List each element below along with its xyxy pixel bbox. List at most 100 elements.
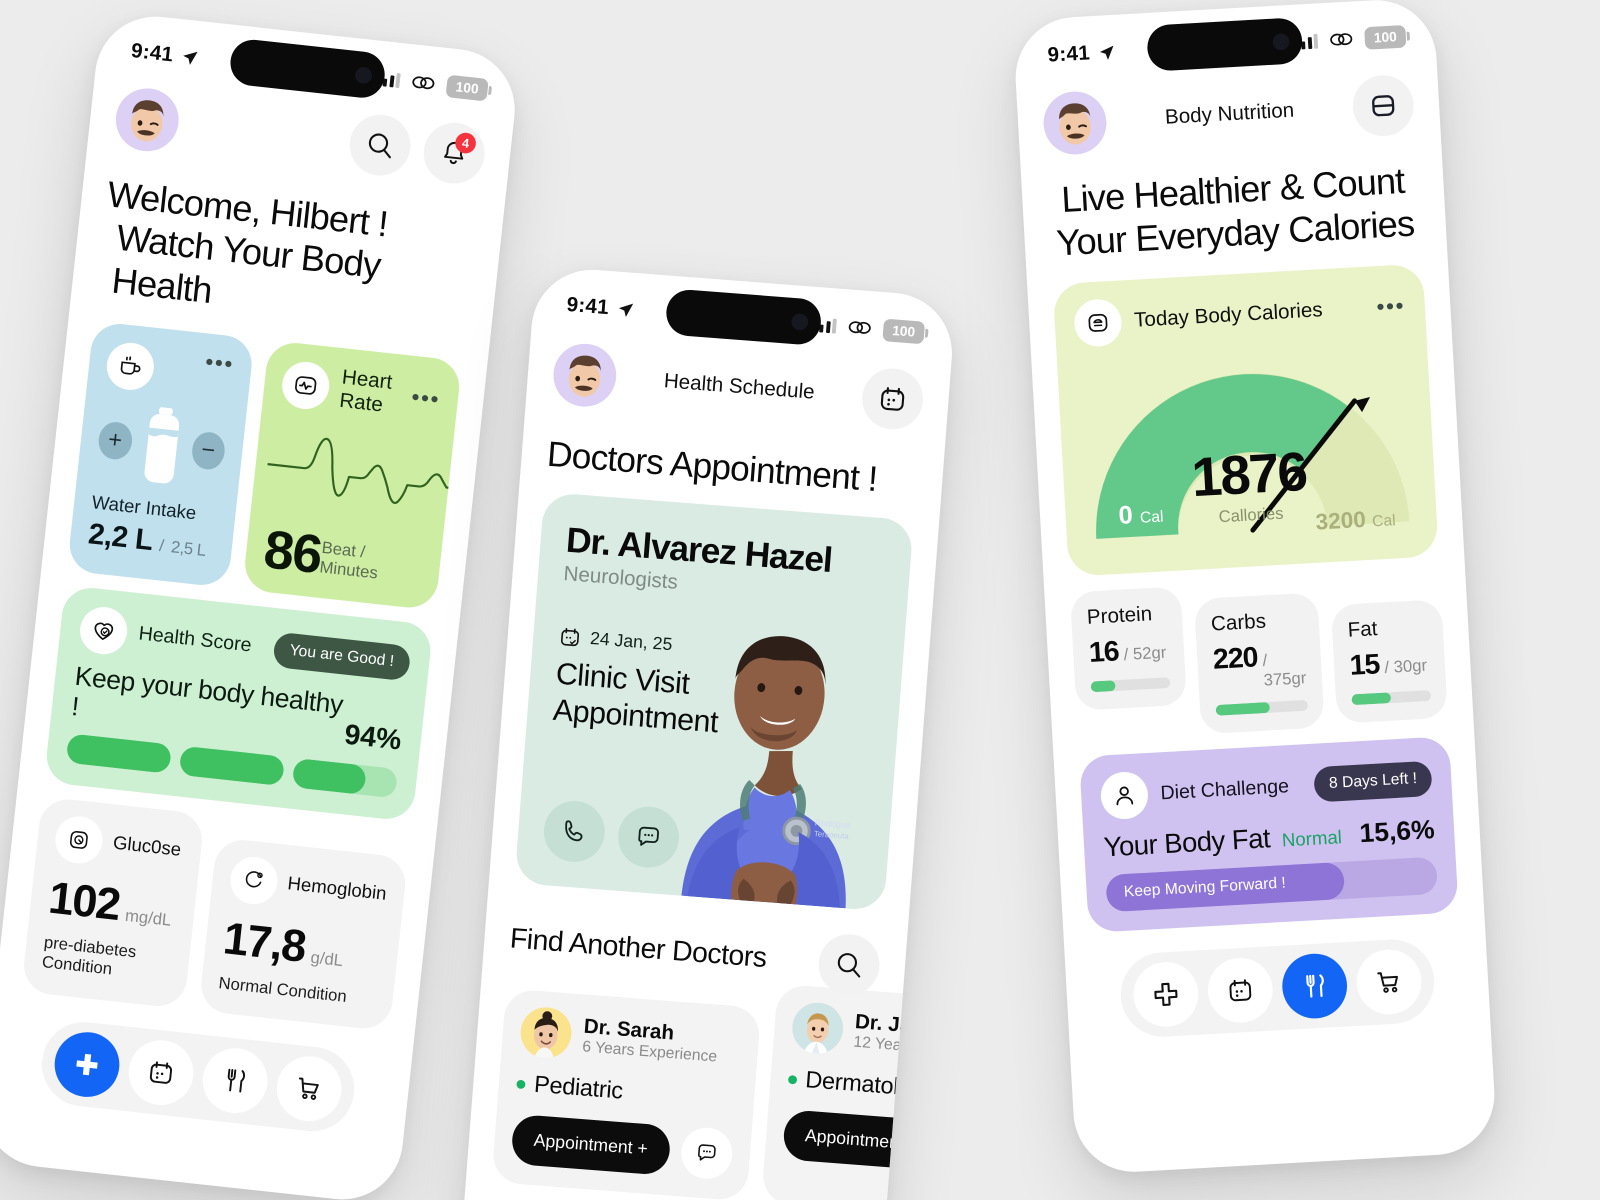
calories-value: 1876: [1189, 440, 1308, 509]
hemoglobin-card-header: Hemoglobin: [227, 854, 389, 918]
hemoglobin-title: Hemoglobin: [286, 873, 388, 905]
gauge-min-label: 0 Cal: [1118, 498, 1164, 531]
glucose-unit: mg/dL: [124, 906, 173, 930]
fork-knife-icon: [1306, 974, 1324, 998]
wifi-link-icon: [848, 321, 871, 334]
phone3-header: Body Nutrition: [1041, 73, 1416, 157]
cart-icon: [298, 1077, 319, 1100]
heart-rate-card[interactable]: Heart Rate ••• 86 Beat / Minutes: [242, 339, 463, 611]
battery-indicator: 100: [445, 74, 489, 101]
macro-value: 16: [1088, 636, 1120, 670]
call-button[interactable]: [541, 798, 607, 865]
calories-card-menu[interactable]: •••: [1376, 293, 1406, 319]
find-doctors-title: Find Another Doctors: [508, 922, 768, 974]
doctor-sarah-avatar: [519, 1005, 574, 1060]
tab-cart[interactable]: [1354, 948, 1424, 1017]
search-button[interactable]: [346, 111, 414, 179]
tab-health[interactable]: [1131, 960, 1201, 1029]
glucose-icon-wrap: [52, 813, 105, 866]
message-button[interactable]: [679, 1125, 734, 1181]
tab-calendar[interactable]: [1206, 956, 1275, 1025]
location-arrow-icon: [183, 51, 198, 65]
macro-progress: [1215, 700, 1309, 717]
hemoglobin-card[interactable]: Hemoglobin 17,8 g/dL Normal Condition: [197, 836, 409, 1032]
water-intake-card[interactable]: ••• + − Water Intake 2,2 L / 2,5 L: [66, 320, 255, 588]
calendar-check-icon: [561, 627, 580, 647]
calendar-icon: [880, 387, 905, 411]
doctor-specialty: Pediatric: [533, 1071, 624, 1105]
doctor-specialty-row: Dermatologists: [787, 1065, 957, 1109]
phone1-screen: 4 Welcome, Hilbert ! Watch Your Body Hea…: [0, 83, 513, 1142]
glucose-title: Gluc0se: [111, 832, 183, 861]
screenshot-stage: 9:41 100 4 Welcome, Hilbert ! Watch Your…: [0, 0, 1600, 1200]
diet-challenge-card[interactable]: Diet Challenge 8 Days Left ! Your Body F…: [1079, 736, 1459, 934]
fork-knife-icon: [227, 1068, 246, 1093]
doctor-row-actions: Appointment +: [781, 1108, 957, 1176]
calendar-icon: [149, 1061, 173, 1084]
phone-mockup-health-dashboard: 9:41 100 4 Welcome, Hilbert ! Watch Your…: [0, 10, 521, 1200]
location-arrow-icon: [1100, 45, 1114, 60]
macro-card-fat[interactable]: Fat 15 / 30gr: [1330, 599, 1448, 725]
hemoglobin-unit: g/dL: [309, 947, 345, 970]
heart-check-icon: [94, 622, 114, 640]
status-bar-right: 100: [812, 313, 926, 344]
heart-card-menu[interactable]: •••: [411, 384, 442, 411]
macro-progress: [1351, 690, 1432, 706]
status-bar-right: 100: [376, 67, 489, 101]
gauge-max-label: 3200 Cal: [1315, 505, 1396, 536]
water-decrease-button[interactable]: −: [189, 430, 227, 471]
health-score-card[interactable]: Health Score You are Good ! Keep your bo…: [43, 584, 434, 822]
phone-icon: [565, 820, 583, 842]
heart-pulse-icon-wrap: [279, 359, 332, 412]
dynamic-island: [228, 37, 388, 100]
macro-progress: [1090, 677, 1171, 693]
dynamic-island: [1146, 17, 1304, 72]
macro-card-protein[interactable]: Protein 16 / 52gr: [1069, 586, 1188, 712]
avatar[interactable]: [1041, 89, 1109, 157]
scale-icon: [1088, 314, 1108, 333]
message-button[interactable]: [950, 1121, 957, 1176]
chat-icon: [697, 1144, 716, 1161]
today-calories-card[interactable]: Today Body Calories ••• 0 Cal 3200 Cal 1…: [1052, 263, 1439, 578]
layout-button[interactable]: [1351, 73, 1416, 138]
plus-cross-icon: [76, 1053, 98, 1076]
phone1-header-actions: 4: [346, 111, 488, 187]
tab-cart[interactable]: [273, 1052, 345, 1125]
gauge-min-unit: Cal: [1139, 508, 1164, 527]
doctor-row-header: Dr. Januel 12 Years Experience: [790, 1001, 956, 1069]
status-time: 9:41: [565, 293, 610, 320]
doctor-photo: Rodrigue Terapeuta: [681, 636, 851, 909]
status-bar-left: 9:41: [566, 293, 635, 322]
water-card-menu[interactable]: •••: [204, 349, 235, 376]
status-bar: 9:41 100: [1012, 0, 1436, 81]
page-title: Live Healthier & Count Your Everyday Cal…: [1047, 159, 1422, 265]
tab-nutrition[interactable]: [1280, 952, 1349, 1021]
macro-value-row: 15 / 30gr: [1349, 646, 1430, 683]
notifications-button[interactable]: 4: [420, 119, 488, 187]
heart-card-header: Heart Rate •••: [279, 359, 443, 423]
tab-nutrition[interactable]: [199, 1044, 271, 1117]
split-layout-icon: [1372, 95, 1395, 117]
diet-metric-row: Your Body Fat Normal 15,6%: [1103, 814, 1435, 864]
tab-calendar[interactable]: [125, 1036, 197, 1109]
page-title: Doctors Appointment !: [545, 433, 879, 499]
list-item[interactable]: Dr. Januel 12 Years Experience Dermatolo…: [760, 983, 957, 1200]
person-icon-wrap: [1099, 771, 1150, 821]
heart-check-icon-wrap: [77, 604, 130, 657]
water-increase-button[interactable]: +: [96, 420, 134, 461]
macro-target: / 375gr: [1262, 651, 1307, 690]
calories-card-title: Today Body Calories: [1133, 298, 1324, 332]
calendar-button[interactable]: [859, 366, 926, 432]
list-item[interactable]: Dr. Sarah 6 Years Experience Pediatric A…: [491, 988, 761, 1200]
macro-card-carbs[interactable]: Carbs 220 / 375gr: [1193, 592, 1325, 735]
appointment-button[interactable]: Appointment +: [510, 1113, 672, 1176]
featured-doctor-card[interactable]: Dr. Alvarez Hazel Neurologists 24 Jan, 2…: [514, 492, 914, 912]
doctor-specialty: Dermatologists: [804, 1066, 957, 1105]
appointment-button[interactable]: Appointment +: [781, 1108, 943, 1171]
macro-name: Protein: [1086, 602, 1153, 630]
glucose-card[interactable]: Gluc0se 102 mg/dL pre-diabetes Condition: [21, 796, 205, 1009]
tab-health[interactable]: [51, 1028, 123, 1101]
status-bar-left: 9:41: [130, 39, 200, 70]
avatar[interactable]: [112, 85, 182, 155]
avatar[interactable]: [551, 341, 619, 409]
